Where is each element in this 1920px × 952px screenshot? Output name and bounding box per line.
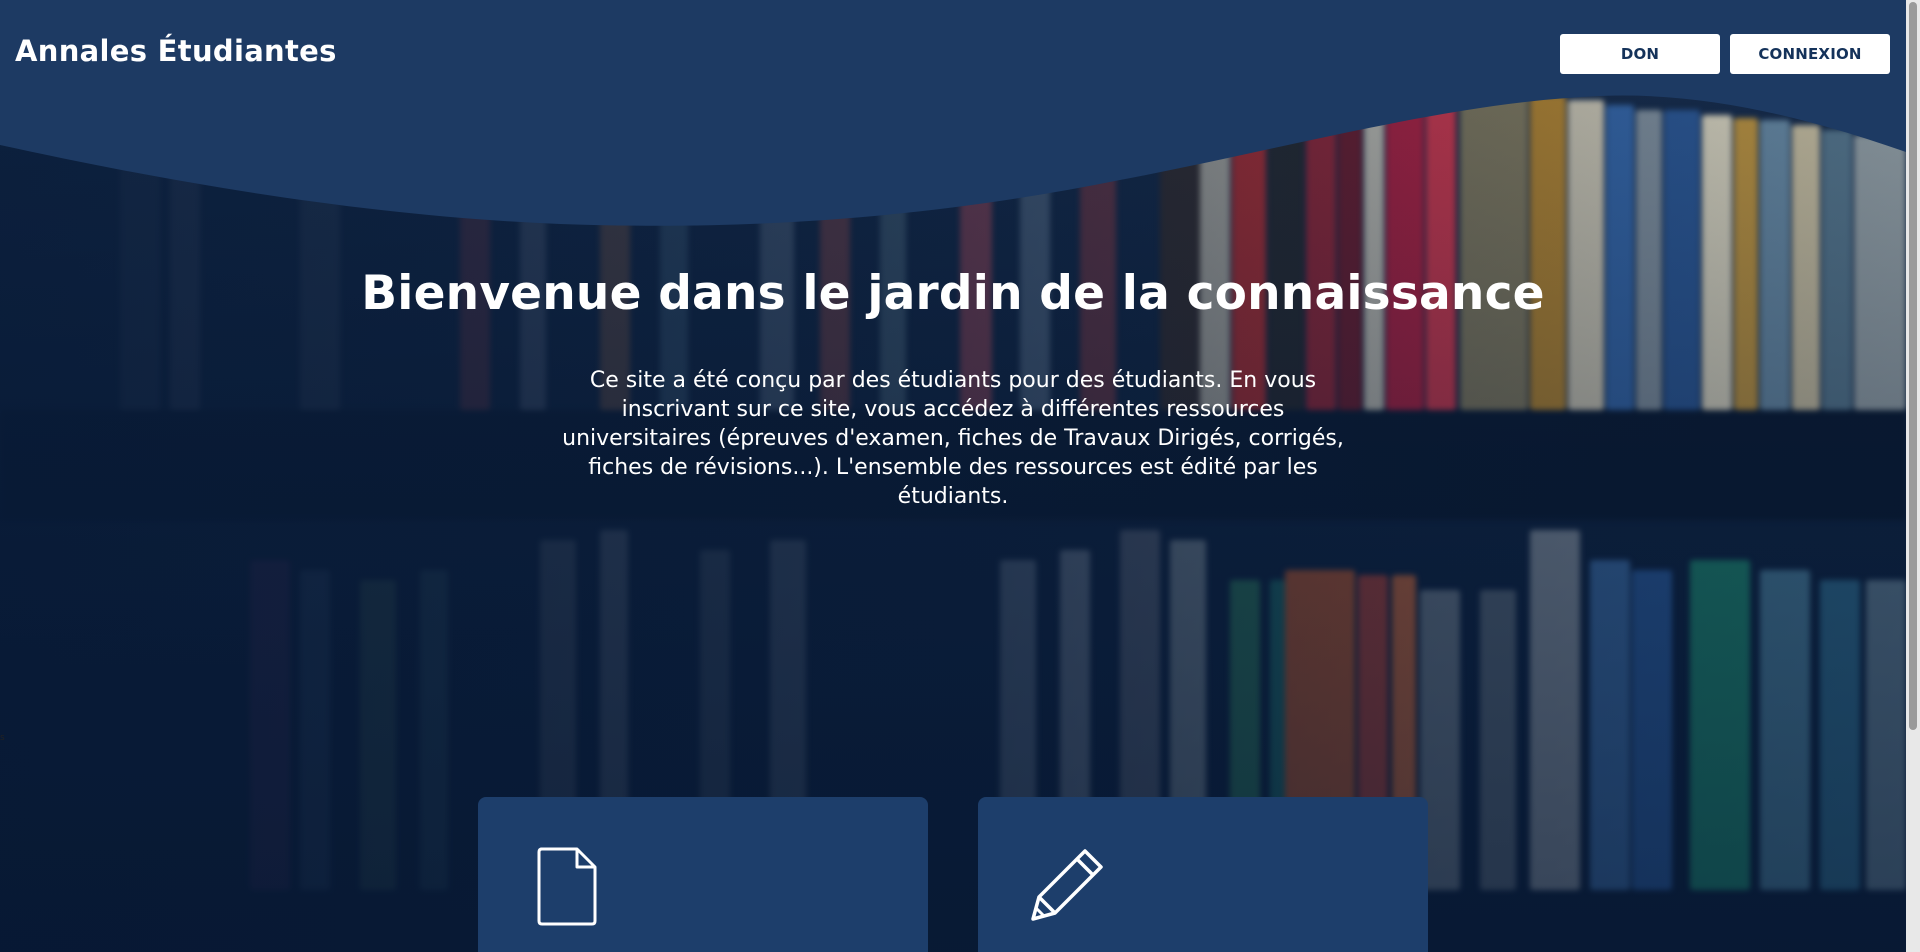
site-brand[interactable]: Annales Étudiantes <box>15 34 337 68</box>
stray-text: s <box>0 733 5 743</box>
hero-title: Bienvenue dans le jardin de la connaissa… <box>361 266 1545 321</box>
scrollbar-thumb[interactable] <box>1909 2 1917 730</box>
resource-card-documents[interactable] <box>478 797 928 952</box>
pencil-icon <box>1027 845 1107 929</box>
page: Annales Étudiantes DON CONNEXION Bienven… <box>0 0 1920 952</box>
document-icon <box>535 845 599 931</box>
resource-card-editing[interactable] <box>978 797 1428 952</box>
connexion-button[interactable]: CONNEXION <box>1730 34 1890 74</box>
don-button[interactable]: DON <box>1560 34 1720 74</box>
hero-description: Ce site a été conçu par des étudiants po… <box>562 368 1344 509</box>
page-scrollbar[interactable] <box>1906 0 1920 952</box>
